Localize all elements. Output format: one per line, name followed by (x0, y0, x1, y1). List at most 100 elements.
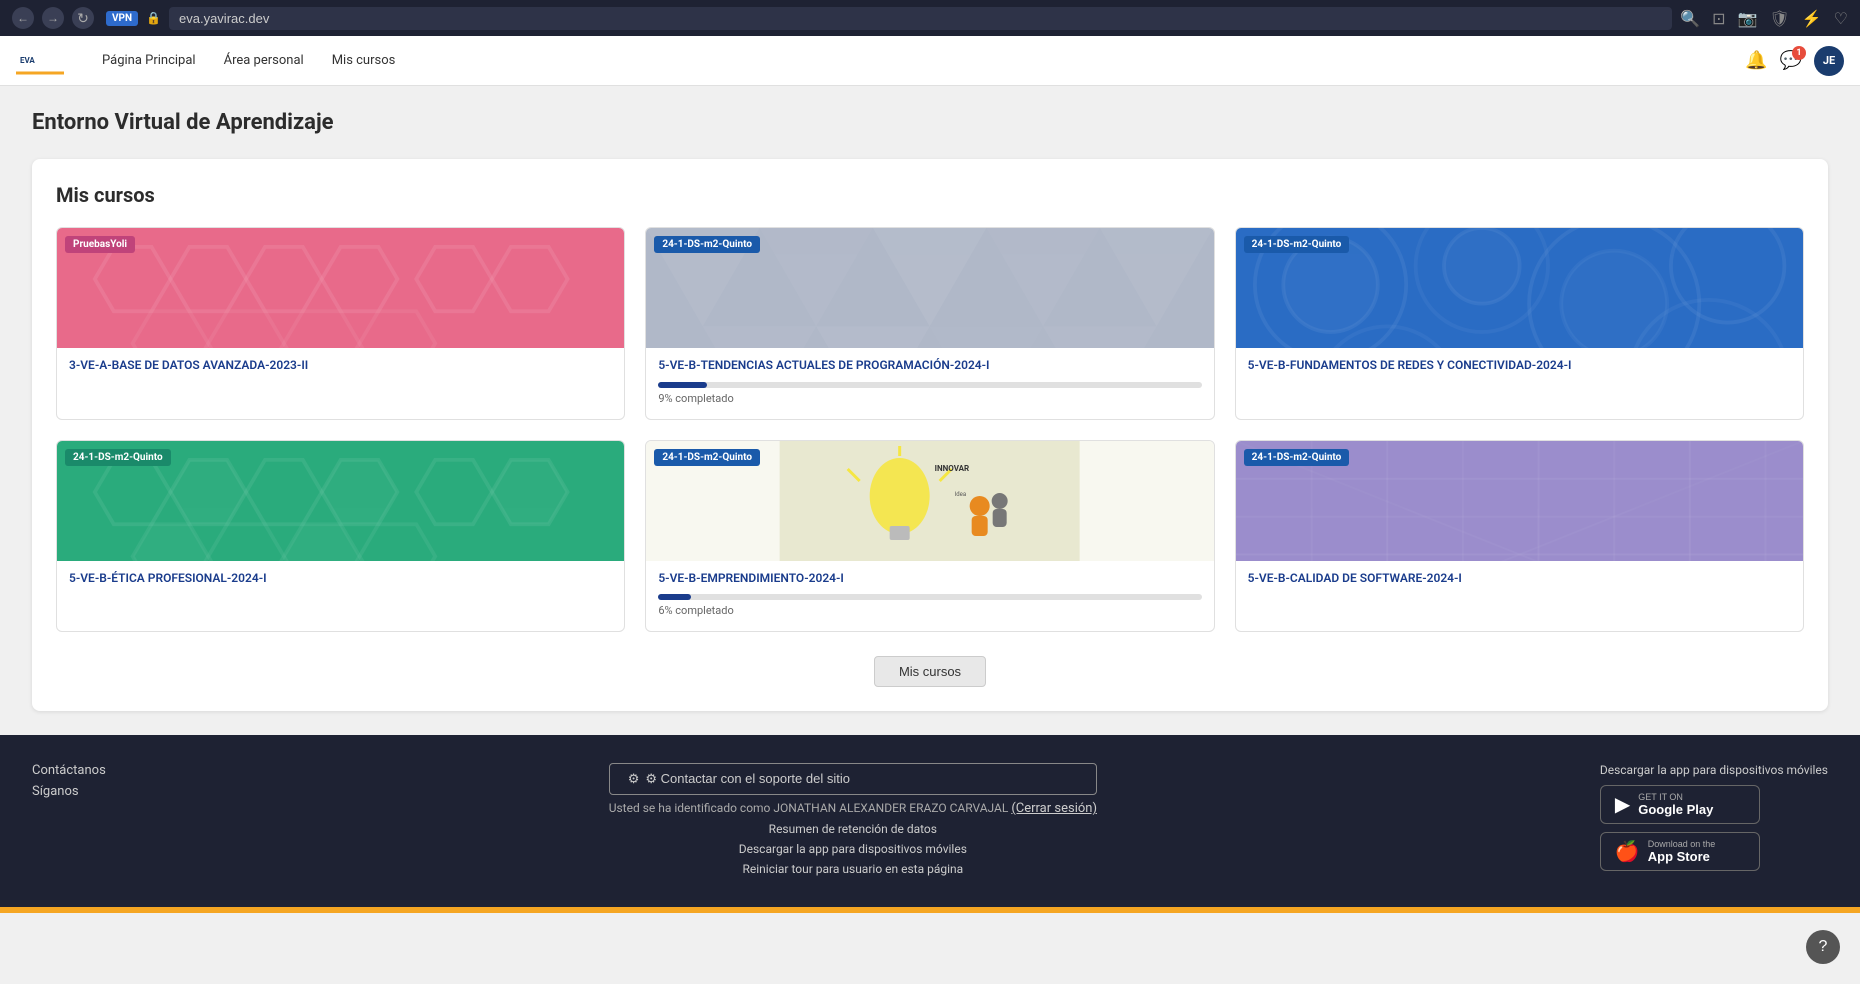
camera-icon[interactable]: 📷 (1738, 9, 1758, 28)
nav-courses[interactable]: Mis cursos (318, 36, 410, 86)
footer-right: Descargar la app para dispositivos móvil… (1600, 763, 1828, 879)
course-tag-2: 24-1-DS-m2-Quinto (654, 236, 760, 253)
course-card-5[interactable]: 24-1-DS-m2-Quinto (645, 440, 1214, 633)
page-header: EVA Página Principal Área personal Mis c… (0, 36, 1860, 86)
mis-cursos-btn-wrap: Mis cursos (56, 656, 1804, 687)
mis-cursos-button[interactable]: Mis cursos (874, 656, 986, 687)
course-name-4: 5-VE-B-ÉTICA PROFESIONAL-2024-I (69, 571, 612, 587)
heart-icon[interactable]: ♡ (1834, 9, 1848, 28)
course-tag-6: 24-1-DS-m2-Quinto (1244, 449, 1350, 466)
course-card-6[interactable]: 24-1-DS-m2-Quinto (1235, 440, 1804, 633)
course-tag-1: PruebasYoli (65, 236, 135, 253)
course-name-3: 5-VE-B-FUNDAMENTOS DE REDES Y CONECTIVID… (1248, 358, 1791, 374)
page-title: Entorno Virtual de Aprendizaje (32, 110, 1828, 135)
google-play-icon: ▶ (1615, 792, 1630, 817)
course-name-2: 5-VE-B-TENDENCIAS ACTUALES DE PROGRAMACI… (658, 358, 1201, 374)
svg-text:Idea: Idea (955, 491, 966, 498)
reload-button[interactable]: ↻ (72, 7, 94, 29)
lock-icon: 🔒 (146, 11, 161, 25)
progress-bar-fill-5 (658, 594, 691, 600)
user-name-text: Usted se ha identificado como JONATHAN A… (609, 801, 1009, 815)
bottom-bar (0, 907, 1860, 913)
progress-bar-fill-2 (658, 382, 707, 388)
course-image-1: PruebasYoli (57, 228, 624, 348)
course-image-4: 24-1-DS-m2-Quinto (57, 441, 624, 561)
course-image-3: 24-1-DS-m2-Quinto (1236, 228, 1803, 348)
progress-text-2: 9% completado (658, 392, 1201, 405)
shield-icon[interactable]: 🛡 (1769, 9, 1789, 28)
app-store-name: App Store (1648, 849, 1716, 864)
course-info-3: 5-VE-B-FUNDAMENTOS DE REDES Y CONECTIVID… (1236, 348, 1803, 396)
course-image-6: 24-1-DS-m2-Quinto (1236, 441, 1803, 561)
progress-bar-wrap-5 (658, 594, 1201, 600)
follow-link[interactable]: Síganos (32, 784, 106, 799)
site-logo[interactable]: EVA (16, 43, 64, 79)
screenshot-icon[interactable]: ⊡ (1712, 9, 1725, 28)
course-info-4: 5-VE-B-ÉTICA PROFESIONAL-2024-I (57, 561, 624, 609)
course-card-2[interactable]: 24-1-DS-m2-Quinto 5-VE-B-TENDENCI (645, 227, 1214, 420)
avatar[interactable]: JE (1814, 46, 1844, 76)
badge-count: 1 (1792, 46, 1806, 60)
apple-icon: 🍎 (1615, 839, 1640, 864)
bell-icon[interactable]: 🔔 (1745, 50, 1767, 71)
vpn-badge: VPN (106, 11, 138, 26)
app-download-title: Descargar la app para dispositivos móvil… (1600, 763, 1828, 777)
support-button[interactable]: ⚙ ⚙ Contactar con el soporte del sitio (609, 763, 1097, 795)
progress-bar-wrap-2 (658, 382, 1201, 388)
progress-text-5: 6% completado (658, 604, 1201, 617)
course-name-6: 5-VE-B-CALIDAD DE SOFTWARE-2024-I (1248, 571, 1791, 587)
course-image-5: 24-1-DS-m2-Quinto (646, 441, 1213, 561)
browser-icons: 🔍 ⊡ 📷 🛡 ⚡ ♡ (1680, 9, 1848, 28)
reiniciar-link[interactable]: Reiniciar tour para usuario en esta pági… (609, 862, 1097, 876)
courses-grid: PruebasYoli (56, 227, 1804, 632)
course-name-5: 5-VE-B-EMPRENDIMIENTO-2024-I (658, 571, 1201, 587)
course-card-1[interactable]: PruebasYoli (56, 227, 625, 420)
tools-icon[interactable]: ⚡ (1802, 9, 1822, 28)
header-right: 🔔 💬 1 JE (1745, 46, 1844, 76)
nav-personal[interactable]: Área personal (210, 36, 318, 86)
google-play-name: Google Play (1638, 802, 1713, 817)
footer-center: ⚙ ⚙ Contactar con el soporte del sitio U… (609, 763, 1097, 876)
url-bar[interactable] (169, 7, 1672, 30)
user-info-text: Usted se ha identificado como JONATHAN A… (609, 801, 1097, 816)
google-play-sub: GET IT ON (1638, 792, 1713, 802)
course-card-4[interactable]: 24-1-DS-m2-Quinto (56, 440, 625, 633)
course-info-1: 3-VE-A-BASE DE DATOS AVANZADA-2023-II (57, 348, 624, 396)
main-content: Entorno Virtual de Aprendizaje Mis curso… (0, 86, 1860, 735)
contact-link[interactable]: Contáctanos (32, 763, 106, 778)
course-info-6: 5-VE-B-CALIDAD DE SOFTWARE-2024-I (1236, 561, 1803, 609)
svg-text:EVA: EVA (20, 56, 35, 65)
course-tag-4: 24-1-DS-m2-Quinto (65, 449, 171, 466)
google-play-text: GET IT ON Google Play (1638, 792, 1713, 817)
app-store-sub: Download on the (1648, 839, 1716, 849)
course-info-2: 5-VE-B-TENDENCIAS ACTUALES DE PROGRAMACI… (646, 348, 1213, 419)
forward-button[interactable]: → (42, 7, 64, 29)
retention-link[interactable]: Resumen de retención de datos (609, 822, 1097, 836)
gear-icon: ⚙ (628, 771, 640, 787)
course-image-2: 24-1-DS-m2-Quinto (646, 228, 1213, 348)
course-tag-5: 24-1-DS-m2-Quinto (654, 449, 760, 466)
help-button[interactable]: ? (1806, 930, 1840, 964)
notification-badge[interactable]: 💬 1 (1780, 50, 1802, 71)
hex-pattern-1 (57, 228, 624, 348)
footer-inner: Contáctanos Síganos ⚙ ⚙ Contactar con el… (32, 763, 1828, 879)
browser-bar: ← → ↻ VPN 🔒 🔍 ⊡ 📷 🛡 ⚡ ♡ (0, 0, 1860, 36)
search-browser-icon[interactable]: 🔍 (1680, 9, 1700, 28)
logo-area: EVA (16, 43, 64, 79)
course-card-3[interactable]: 24-1-DS-m2-Quinto 5- (1235, 227, 1804, 420)
download-app-link[interactable]: Descargar la app para dispositivos móvil… (609, 842, 1097, 856)
main-nav: Página Principal Área personal Mis curso… (88, 36, 1745, 86)
footer: Contáctanos Síganos ⚙ ⚙ Contactar con el… (0, 735, 1860, 907)
app-store-button[interactable]: 🍎 Download on the App Store (1600, 832, 1760, 871)
support-button-label: ⚙ Contactar con el soporte del sitio (645, 771, 850, 787)
logout-link[interactable]: (Cerrar sesión) (1011, 801, 1097, 816)
footer-left: Contáctanos Síganos (32, 763, 106, 799)
courses-section: Mis cursos PruebasYoli (32, 159, 1828, 711)
google-play-button[interactable]: ▶ GET IT ON Google Play (1600, 785, 1760, 824)
course-info-5: 5-VE-B-EMPRENDIMIENTO-2024-I 6% completa… (646, 561, 1213, 632)
course-name-1: 3-VE-A-BASE DE DATOS AVANZADA-2023-II (69, 358, 612, 374)
back-button[interactable]: ← (12, 7, 34, 29)
svg-text:INNOVAR: INNOVAR (935, 464, 970, 473)
nav-home[interactable]: Página Principal (88, 36, 210, 86)
course-tag-3: 24-1-DS-m2-Quinto (1244, 236, 1350, 253)
